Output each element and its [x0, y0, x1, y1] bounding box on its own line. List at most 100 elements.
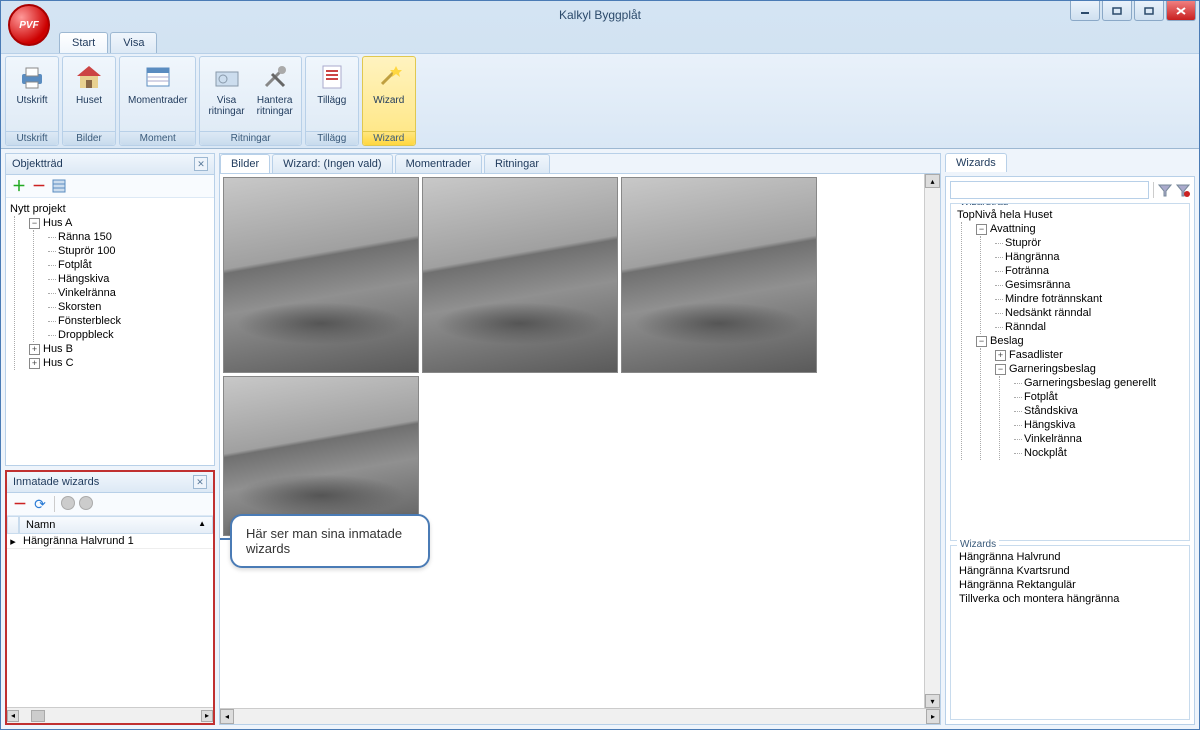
tree-leaf[interactable]: Ränna 150	[46, 230, 212, 244]
scroll-left-icon[interactable]: ◂	[220, 709, 234, 724]
wtree-beslag[interactable]: −Beslag	[974, 334, 1185, 348]
wizard-search-input[interactable]	[950, 181, 1149, 199]
wtree-leaf[interactable]: Ståndskiva	[1012, 404, 1185, 418]
status-dot-1[interactable]	[61, 496, 75, 510]
ribbon-tillagg[interactable]: Tillägg	[308, 59, 356, 129]
center-tabs: Bilder Wizard: (Ingen vald) Momentrader …	[220, 154, 940, 174]
tree-leaf[interactable]: Fönsterbleck	[46, 314, 212, 328]
tree-leaf[interactable]: Hängskiva	[46, 272, 212, 286]
app-button[interactable]: PVF	[8, 4, 50, 46]
product-thumb[interactable]	[223, 376, 419, 536]
wizard-tree[interactable]: TopNivå hela Huset −Avattning Stuprör Hä…	[955, 208, 1185, 536]
ribbon-momentrader[interactable]: Momentrader	[122, 59, 193, 129]
scroll-down-icon[interactable]: ▾	[925, 694, 940, 708]
menu-tab-visa[interactable]: Visa	[110, 32, 157, 53]
delete-icon[interactable]: －	[12, 496, 28, 512]
tree-leaf[interactable]: Stuprör 100	[46, 244, 212, 258]
wtree-leaf[interactable]: Fotränna	[993, 264, 1185, 278]
wizard-list-item[interactable]: Hängränna Kvartsrund	[955, 564, 1185, 578]
close-button[interactable]	[1166, 1, 1196, 21]
wizard-list[interactable]: Hängränna Halvrund Hängränna Kvartsrund …	[955, 550, 1185, 715]
tree-node-hus-b[interactable]: +Hus B	[27, 342, 212, 356]
tree-node-hus-a[interactable]: −Hus A	[27, 216, 212, 230]
clear-filter-icon[interactable]	[1176, 183, 1190, 197]
inmatade-row[interactable]: ▸ Hängränna Halvrund 1	[7, 534, 213, 549]
tab-momentrader[interactable]: Momentrader	[395, 154, 482, 173]
wtree-fasadlister[interactable]: +Fasadlister	[993, 348, 1185, 362]
ribbon-hantera-ritningar[interactable]: Hantera ritningar	[251, 59, 299, 129]
image-area[interactable]: Här ser man sina inmatade wizards	[220, 174, 924, 708]
tree-leaf[interactable]: Skorsten	[46, 300, 212, 314]
wizard-list-item[interactable]: Hängränna Rektangulär	[955, 578, 1185, 592]
wtree-avattning[interactable]: −Avattning	[974, 222, 1185, 236]
inmatade-panel: Inmatade wizards ✕ － ⟳ Namn▲	[5, 470, 215, 725]
filter-icon[interactable]	[1158, 183, 1172, 197]
tree-root[interactable]: Nytt projekt	[8, 202, 212, 216]
scroll-up-icon[interactable]: ▴	[925, 174, 940, 188]
wtree-leaf[interactable]: Nedsänkt ränndal	[993, 306, 1185, 320]
ribbon-group-wizard: Wizard Wizard	[362, 56, 416, 146]
tab-wizard[interactable]: Wizard: (Ingen vald)	[272, 154, 392, 173]
table-icon	[142, 61, 174, 93]
minimize-button[interactable]	[1070, 1, 1100, 21]
restore-button[interactable]	[1102, 1, 1132, 21]
ribbon-wizard[interactable]: Wizard	[365, 59, 413, 129]
wizards-tab[interactable]: Wizards	[945, 153, 1007, 172]
wtree-leaf[interactable]: Vinkelränna	[1012, 432, 1185, 446]
tab-ritningar[interactable]: Ritningar	[484, 154, 550, 173]
printer-icon	[16, 61, 48, 93]
maximize-button[interactable]	[1134, 1, 1164, 21]
wizard-list-item[interactable]: Hängränna Halvrund	[955, 550, 1185, 564]
product-thumb[interactable]	[422, 177, 618, 373]
product-thumb[interactable]	[621, 177, 817, 373]
wtree-garnering[interactable]: −Garneringsbeslag	[993, 362, 1185, 376]
scroll-right-icon[interactable]: ▸	[201, 710, 213, 722]
inmatade-close-icon[interactable]: ✕	[193, 475, 207, 489]
objekt-tree[interactable]: Nytt projekt −Hus A Ränna 150 Stuprör 10…	[6, 198, 214, 465]
ribbon-visa-ritningar[interactable]: Visa ritningar	[202, 59, 250, 129]
objekt-close-icon[interactable]: ✕	[194, 157, 208, 171]
ribbon-huset[interactable]: Huset	[65, 59, 113, 129]
wtree-leaf[interactable]: Mindre fotrännskant	[993, 292, 1185, 306]
center-hscroll[interactable]: ◂ ▸	[220, 708, 940, 724]
menu-row: PVF Start Visa	[1, 29, 1199, 53]
wtree-leaf[interactable]: Hängränna	[993, 250, 1185, 264]
house-icon	[73, 61, 105, 93]
wtree-leaf[interactable]: Gesimsränna	[993, 278, 1185, 292]
center-vscroll[interactable]: ▴ ▾	[924, 174, 940, 708]
wtree-leaf[interactable]: Ränndal	[993, 320, 1185, 334]
left-column: Objektträd ✕ ＋ － Nytt projekt −Hus A Rän…	[5, 153, 215, 725]
menu-tab-start[interactable]: Start	[59, 32, 108, 53]
product-thumb[interactable]	[223, 177, 419, 373]
scroll-left-icon[interactable]: ◂	[7, 710, 19, 722]
menu-tabs: Start Visa	[59, 32, 159, 53]
inmatade-title: Inmatade wizards	[13, 476, 99, 488]
refresh-icon[interactable]: ⟳	[32, 496, 48, 512]
inmatade-hscroll[interactable]: ◂ ▸	[7, 707, 213, 723]
wizard-list-fieldset: Wizards Hängränna Halvrund Hängränna Kva…	[950, 545, 1190, 720]
wizard-list-item[interactable]: Tillverka och montera hängränna	[955, 592, 1185, 606]
add-icon[interactable]: ＋	[11, 178, 27, 194]
content-area: Objektträd ✕ ＋ － Nytt projekt −Hus A Rän…	[1, 149, 1199, 729]
status-dot-2[interactable]	[79, 496, 93, 510]
wtree-leaf[interactable]: Hängskiva	[1012, 418, 1185, 432]
wizard-search-row	[950, 181, 1190, 199]
wtree-leaf[interactable]: Garneringsbeslag generellt	[1012, 376, 1185, 390]
wtree-leaf[interactable]: Nockplåt	[1012, 446, 1185, 460]
objekt-toolbar: ＋ －	[6, 175, 214, 198]
tree-leaf[interactable]: Droppbleck	[46, 328, 212, 342]
wtree-root[interactable]: TopNivå hela Huset	[955, 208, 1185, 222]
tab-bilder[interactable]: Bilder	[220, 154, 270, 173]
scroll-right-icon[interactable]: ▸	[926, 709, 940, 724]
tree-leaf[interactable]: Vinkelränna	[46, 286, 212, 300]
inmatade-col-namn[interactable]: Namn▲	[19, 516, 213, 534]
remove-icon[interactable]: －	[31, 178, 47, 194]
ribbon-utskrift[interactable]: Utskrift	[8, 59, 56, 129]
tree-leaf[interactable]: Fotplåt	[46, 258, 212, 272]
scroll-thumb[interactable]	[31, 710, 45, 722]
props-icon[interactable]	[51, 178, 67, 194]
tree-node-hus-c[interactable]: +Hus C	[27, 356, 212, 370]
wtree-leaf[interactable]: Stuprör	[993, 236, 1185, 250]
objekt-title: Objektträd	[12, 158, 63, 170]
wtree-leaf[interactable]: Fotplåt	[1012, 390, 1185, 404]
